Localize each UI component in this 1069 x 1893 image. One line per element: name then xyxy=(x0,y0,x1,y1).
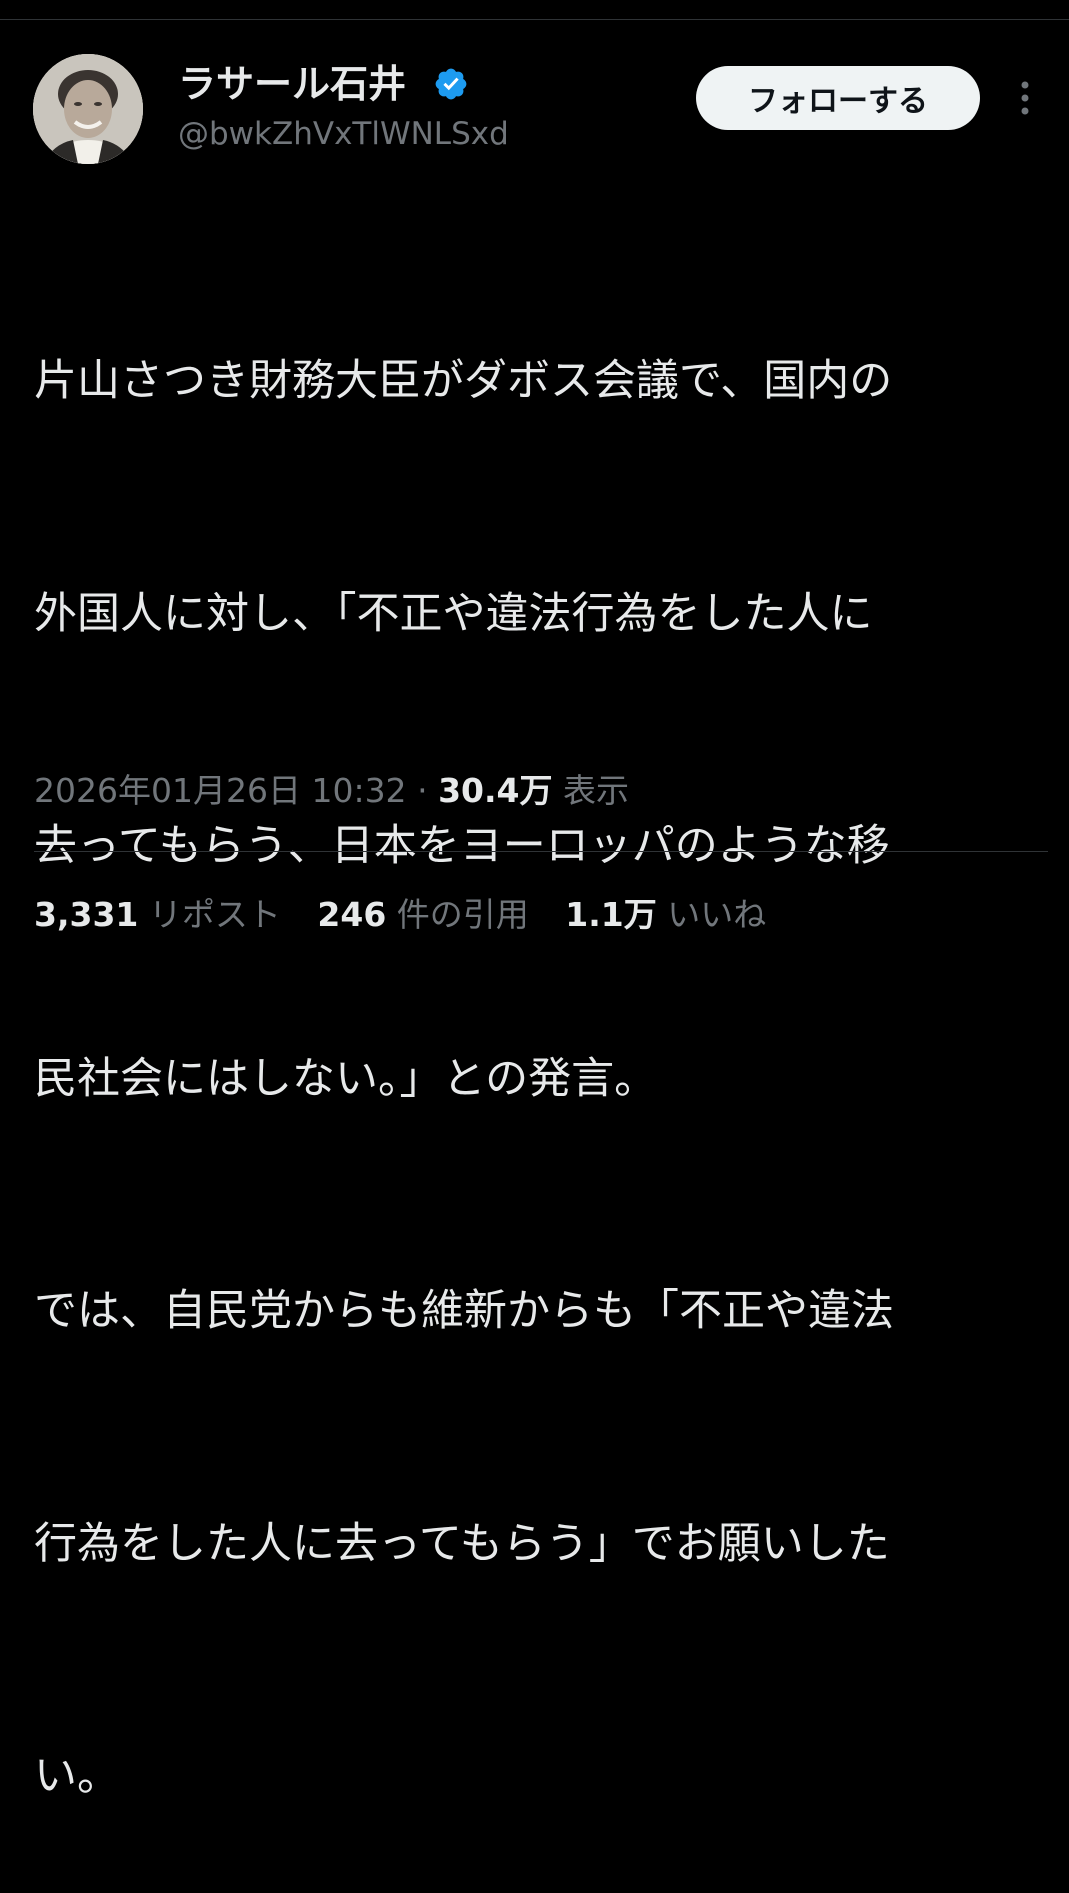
likes-label: いいね xyxy=(667,895,767,934)
likes-count: 1.1万 xyxy=(565,895,657,934)
reposts-stat[interactable]: 3,331 リポスト xyxy=(34,895,281,934)
views-label: 表示 xyxy=(562,771,629,810)
user-handle[interactable]: @bwkZhVxTlWNLSxd xyxy=(178,112,509,156)
tweet-text-line: 民社会にはしない。」との発言。 xyxy=(34,1053,658,1104)
quotes-stat[interactable]: 246 件の引用 xyxy=(317,895,528,934)
quotes-label: 件の引用 xyxy=(396,895,529,934)
reposts-label: リポスト xyxy=(148,895,281,934)
tweet-meta: 2026年01月26日 10:32 · 30.4万 表示 xyxy=(34,766,629,816)
avatar-photo xyxy=(33,54,143,164)
tweet-text-line: 行為をした人に去ってもらう」でお願いした xyxy=(34,1518,890,1569)
stats-divider xyxy=(34,851,1048,852)
reposts-count: 3,331 xyxy=(34,895,139,934)
top-divider xyxy=(0,19,1069,20)
quotes-count: 246 xyxy=(317,895,387,934)
tweet-text-line: 去ってもらう、日本をヨーロッパのような移 xyxy=(34,821,890,871)
engagement-stats: 3,331 リポスト 246 件の引用 1.1万 いいね xyxy=(34,890,792,940)
follow-button[interactable]: フォローする xyxy=(696,66,980,130)
verified-badge-icon xyxy=(435,68,467,100)
views-count: 30.4万 xyxy=(438,771,553,810)
more-options-icon[interactable] xyxy=(1010,78,1040,118)
display-name[interactable]: ラサール石井 xyxy=(178,56,406,112)
tweet-timestamp[interactable]: 2026年01月26日 10:32 xyxy=(34,771,407,810)
tweet-text-line: 外国人に対し、「不正や違法行為をした人に xyxy=(34,588,873,639)
avatar[interactable] xyxy=(33,54,143,164)
tweet-text-line: では、自民党からも維新からも「不正や違法 xyxy=(34,1286,894,1336)
meta-separator: · xyxy=(417,771,428,810)
tweet-text: 片山さつき財務大臣がダボス会議で、国内の 外国人に対し、「不正や違法行為をした人… xyxy=(34,188,1034,1893)
tweet-text-line: い。 xyxy=(34,1751,120,1801)
tweet-text-line: 片山さつき財務大臣がダボス会議で、国内の xyxy=(34,356,893,406)
likes-stat[interactable]: 1.1万 いいね xyxy=(565,895,766,934)
